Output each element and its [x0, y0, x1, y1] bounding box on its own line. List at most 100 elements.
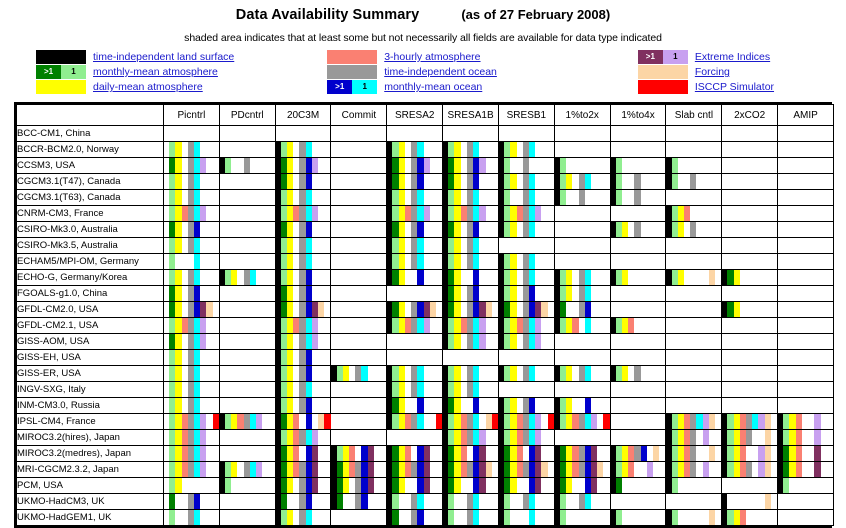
availability-cell[interactable]: [777, 173, 834, 190]
availability-cell[interactable]: [442, 349, 499, 366]
availability-cell[interactable]: [330, 429, 388, 446]
availability-cell[interactable]: [218, 157, 276, 174]
availability-cell[interactable]: [721, 413, 779, 430]
availability-cell[interactable]: [442, 237, 499, 254]
availability-cell[interactable]: [218, 125, 276, 142]
availability-cell[interactable]: [330, 189, 388, 206]
availability-cell[interactable]: [553, 493, 611, 510]
availability-cell[interactable]: [777, 301, 834, 318]
model-name-cell[interactable]: ECHO-G, Germany/Korea: [16, 269, 164, 286]
availability-cell[interactable]: [218, 173, 276, 190]
availability-cell[interactable]: [442, 301, 499, 318]
availability-cell[interactable]: [721, 445, 779, 462]
availability-cell[interactable]: [665, 189, 723, 206]
availability-cell[interactable]: [665, 493, 723, 510]
availability-cell[interactable]: [721, 157, 779, 174]
availability-cell[interactable]: [386, 349, 444, 366]
availability-cell[interactable]: [218, 413, 276, 430]
model-name-cell[interactable]: MIROC3.2(hires), Japan: [16, 429, 164, 446]
availability-cell[interactable]: [665, 301, 723, 318]
availability-cell[interactable]: [442, 253, 499, 270]
availability-cell[interactable]: [442, 445, 499, 462]
availability-cell[interactable]: [386, 285, 444, 302]
column-header-sresa2[interactable]: SRESA2: [386, 104, 444, 126]
availability-cell[interactable]: [777, 317, 834, 334]
availability-cell[interactable]: [330, 157, 388, 174]
column-header-2xco2[interactable]: 2xCO2: [721, 104, 779, 126]
availability-cell[interactable]: [609, 237, 667, 254]
availability-cell[interactable]: [777, 141, 834, 158]
availability-cell[interactable]: [218, 333, 276, 350]
availability-cell[interactable]: [274, 493, 332, 510]
availability-cell[interactable]: [163, 237, 220, 254]
availability-cell[interactable]: [386, 269, 444, 286]
availability-cell[interactable]: [497, 493, 555, 510]
availability-cell[interactable]: [721, 493, 779, 510]
availability-cell[interactable]: [497, 221, 555, 238]
model-name-cell[interactable]: GISS-AOM, USA: [16, 333, 164, 350]
model-name-cell[interactable]: INGV-SXG, Italy: [16, 381, 164, 398]
availability-cell[interactable]: [553, 173, 611, 190]
column-header-sresa1b[interactable]: SRESA1B: [442, 104, 499, 126]
availability-cell[interactable]: [274, 461, 332, 478]
availability-cell[interactable]: [386, 189, 444, 206]
availability-cell[interactable]: [553, 205, 611, 222]
availability-cell[interactable]: [497, 381, 555, 398]
availability-cell[interactable]: [442, 317, 499, 334]
availability-cell[interactable]: [330, 141, 388, 158]
availability-cell[interactable]: [274, 445, 332, 462]
availability-cell[interactable]: [553, 445, 611, 462]
availability-cell[interactable]: [721, 477, 779, 494]
availability-cell[interactable]: [330, 269, 388, 286]
availability-cell[interactable]: [777, 397, 834, 414]
availability-cell[interactable]: [609, 349, 667, 366]
model-name-cell[interactable]: INM-CM3.0, Russia: [16, 397, 164, 414]
availability-cell[interactable]: [218, 365, 276, 382]
model-name-cell[interactable]: CNRM-CM3, France: [16, 205, 164, 222]
availability-cell[interactable]: [274, 333, 332, 350]
availability-cell[interactable]: [553, 381, 611, 398]
availability-cell[interactable]: [442, 493, 499, 510]
availability-cell[interactable]: [665, 157, 723, 174]
availability-cell[interactable]: [163, 413, 220, 430]
availability-cell[interactable]: [218, 397, 276, 414]
availability-cell[interactable]: [386, 173, 444, 190]
availability-cell[interactable]: [330, 301, 388, 318]
availability-cell[interactable]: [497, 461, 555, 478]
availability-cell[interactable]: [497, 285, 555, 302]
legend-label-forcing[interactable]: Forcing: [695, 66, 730, 78]
availability-cell[interactable]: [609, 365, 667, 382]
availability-cell[interactable]: [163, 285, 220, 302]
availability-cell[interactable]: [442, 205, 499, 222]
availability-cell[interactable]: [442, 173, 499, 190]
availability-cell[interactable]: [218, 429, 276, 446]
model-name-cell[interactable]: CSIRO-Mk3.0, Australia: [16, 221, 164, 238]
model-name-cell[interactable]: GISS-ER, USA: [16, 365, 164, 382]
availability-cell[interactable]: [609, 269, 667, 286]
availability-cell[interactable]: [442, 221, 499, 238]
availability-cell[interactable]: [497, 445, 555, 462]
availability-cell[interactable]: [553, 189, 611, 206]
availability-cell[interactable]: [497, 349, 555, 366]
availability-cell[interactable]: [721, 301, 779, 318]
availability-cell[interactable]: [163, 477, 220, 494]
availability-cell[interactable]: [665, 285, 723, 302]
availability-cell[interactable]: [777, 477, 834, 494]
availability-cell[interactable]: [386, 365, 444, 382]
availability-cell[interactable]: [442, 413, 499, 430]
availability-cell[interactable]: [163, 381, 220, 398]
availability-cell[interactable]: [609, 381, 667, 398]
availability-cell[interactable]: [218, 253, 276, 270]
availability-cell[interactable]: [442, 429, 499, 446]
availability-cell[interactable]: [553, 365, 611, 382]
availability-cell[interactable]: [274, 269, 332, 286]
availability-cell[interactable]: [609, 461, 667, 478]
availability-cell[interactable]: [442, 477, 499, 494]
availability-cell[interactable]: [721, 125, 779, 142]
availability-cell[interactable]: [777, 269, 834, 286]
model-name-cell[interactable]: MIROC3.2(medres), Japan: [16, 445, 164, 462]
availability-cell[interactable]: [665, 381, 723, 398]
model-name-cell[interactable]: CCSM3, USA: [16, 157, 164, 174]
availability-cell[interactable]: [163, 493, 220, 510]
availability-cell[interactable]: [386, 205, 444, 222]
